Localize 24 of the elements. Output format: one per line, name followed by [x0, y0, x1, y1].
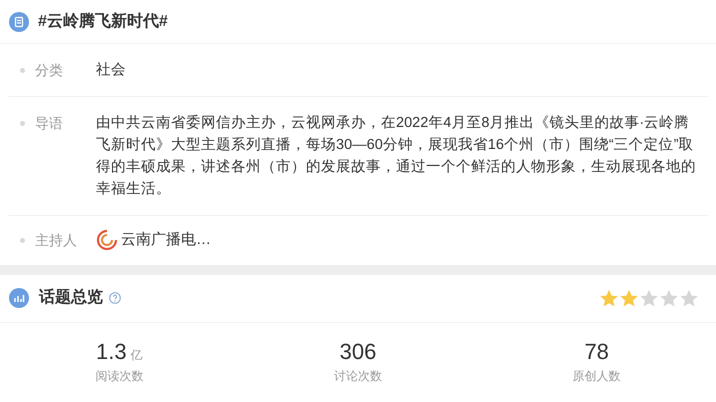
star-icon: [659, 288, 679, 308]
stat-label: 讨论次数: [334, 368, 382, 384]
field-value: 由中共云南省委网信办主办，云视网承办，在2022年4月至8月推出《镜头里的故事·云岭腾飞新时代》大型主题系列直播，每场30—60分钟，展现我省16个州（市）围绕“三个定位”取得的丰硕成果，讲述各州（市）的发展故事，通过一个个鲜活的人物形象，生动展现各地的幸福生活。: [96, 114, 696, 199]
stat-unit: 亿: [130, 346, 143, 364]
topic-title: #云岭腾飞新时代#: [38, 11, 168, 32]
stat-label: 阅读次数: [95, 368, 144, 384]
section-title: 话题总览: [39, 288, 103, 308]
star-icon: [599, 288, 619, 308]
chart-icon: [9, 288, 29, 308]
field-label: 导语: [35, 114, 63, 133]
star-icon: [639, 288, 659, 308]
stat-value: 306: [340, 338, 376, 364]
help-icon[interactable]: [109, 292, 121, 304]
host-name[interactable]: 云南广播电…: [121, 229, 211, 252]
field-label: 主持人: [35, 231, 77, 250]
star-icon: [679, 288, 699, 308]
stat-label: 原创人数: [572, 368, 621, 384]
document-icon: [9, 12, 29, 32]
field-label: 分类: [35, 61, 63, 80]
stat-value: 78: [584, 338, 609, 364]
star-icon: [619, 288, 639, 308]
field-value: 社会: [96, 61, 127, 80]
logo-icon: [96, 229, 118, 252]
stat-value: 1.3: [96, 338, 127, 364]
